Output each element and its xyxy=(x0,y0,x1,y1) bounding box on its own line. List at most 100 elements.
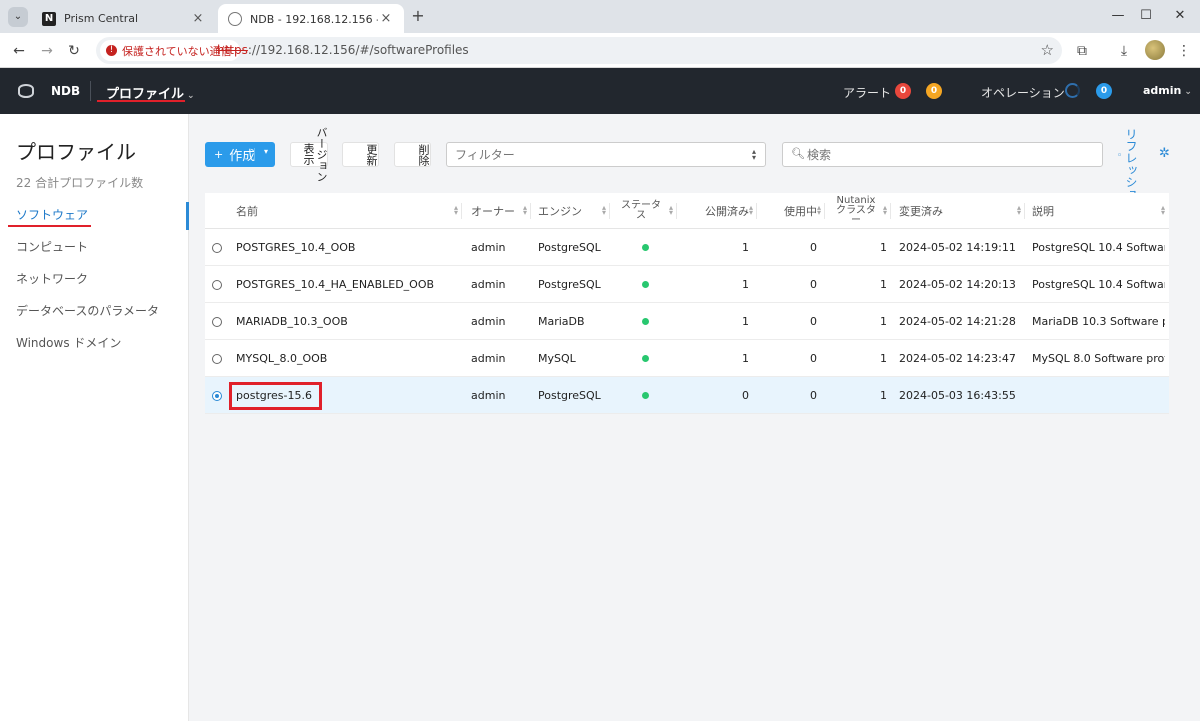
cell-description: PostgreSQL 10.4 Software... xyxy=(1032,278,1165,291)
close-icon[interactable]: × xyxy=(190,11,206,26)
row-radio-button[interactable] xyxy=(212,317,222,327)
create-label: 作成 xyxy=(229,149,256,164)
sidebar-item-compute[interactable]: コンピュート xyxy=(0,234,189,260)
table-row[interactable]: POSTGRES_10.4_HA_ENABLED_OOB admin Postgre… xyxy=(205,266,1169,303)
user-menu[interactable]: admin ⌄ xyxy=(1143,84,1192,97)
cell-engine: PostgreSQL xyxy=(538,241,601,254)
sort-icon: ▴ ▾ xyxy=(882,203,887,217)
browser-tab-bar: ⌄ N Prism Central × NDB - 192.168.12.156… xyxy=(0,0,1200,33)
sidebar-item-database-parameters[interactable]: データベースのパラメータ xyxy=(0,298,189,324)
search-box[interactable]: 🔍︎ xyxy=(782,142,1103,167)
extensions-icon[interactable]: ⧉ xyxy=(1072,41,1092,61)
window-close-button[interactable]: ✕ xyxy=(1160,4,1200,28)
sidebar-item-windows-domain[interactable]: Windows ドメイン xyxy=(0,330,189,356)
column-header-modified[interactable]: 変更済み ▴ ▾ xyxy=(899,193,1025,229)
cell-engine: PostgreSQL xyxy=(538,278,601,291)
cell-name: POSTGRES_10.4_HA_ENABLED_OOB xyxy=(236,278,435,291)
browser-tab-ndb[interactable]: NDB - 192.168.12.156 - プロファイ × xyxy=(218,4,404,33)
filter-select[interactable] xyxy=(446,142,766,167)
table-row[interactable]: POSTGRES_10.4_OOB admin PostgreSQL 1 0 1 2024-… xyxy=(205,229,1169,266)
cell-published: 1 xyxy=(742,278,749,291)
tab-title: NDB - 192.168.12.156 - プロファイ xyxy=(250,12,378,26)
browser-tab-prism-central[interactable]: N Prism Central × xyxy=(32,4,216,33)
row-radio-button[interactable] xyxy=(212,280,222,290)
column-header-published[interactable]: 公開済み ▴ ▾ xyxy=(685,193,757,229)
bookmark-star-icon[interactable]: ☆ xyxy=(1041,41,1054,59)
column-label: オーナー xyxy=(471,205,515,218)
column-divider xyxy=(676,203,677,219)
profile-avatar[interactable] xyxy=(1145,40,1165,60)
column-header-nutanix-clusters[interactable]: Nutanixクラスター ▴ ▾ xyxy=(833,193,891,229)
table-row[interactable]: MARIADB_10.3_OOB admin MariaDB 1 0 1 2024-05-0… xyxy=(205,303,1169,340)
table-row[interactable]: MYSQL_8.0_OOB admin MySQL 1 0 1 2024-05-02 14:… xyxy=(205,340,1169,377)
chevron-down-icon[interactable]: ▾ xyxy=(264,147,268,156)
operations-label[interactable]: オペレーション xyxy=(981,84,1065,101)
cell-modified: 2024-05-02 14:21:28 xyxy=(899,315,1016,328)
operations-badge[interactable]: 0 xyxy=(1096,83,1112,99)
alerts-label[interactable]: アラート xyxy=(843,84,891,101)
tab-title: Prism Central xyxy=(64,12,139,25)
column-header-engine[interactable]: エンジン ▴ ▾ xyxy=(538,193,610,229)
status-active-icon xyxy=(642,244,649,251)
cell-published: 0 xyxy=(742,389,749,402)
app-name[interactable]: NDB xyxy=(51,84,80,98)
chevron-down-icon: ⌄ xyxy=(1184,87,1192,97)
create-button[interactable]: + 作成 ▾ xyxy=(205,142,275,167)
column-header-name[interactable]: 名前 ▴ ▾ xyxy=(236,193,462,229)
column-header-status[interactable]: ステータス ▴ ▾ xyxy=(621,193,677,229)
cell-in-use: 0 xyxy=(810,389,817,402)
reload-button[interactable]: ↻ xyxy=(63,40,85,62)
annotation-highlight-box xyxy=(229,382,322,410)
close-icon[interactable]: × xyxy=(378,11,394,26)
column-header-owner[interactable]: オーナー ▴ ▾ xyxy=(471,193,531,229)
row-radio-button[interactable] xyxy=(212,391,222,401)
user-name: admin xyxy=(1143,84,1182,97)
url-scheme: https xyxy=(217,43,248,57)
gear-icon[interactable]: ✲ xyxy=(1159,146,1170,161)
address-bar[interactable]: ! 保護されていない通信 https://192.168.12.156/#/so… xyxy=(96,37,1062,64)
cell-modified: 2024-05-02 14:23:47 xyxy=(899,352,1016,365)
sort-icon: ▴ ▾ xyxy=(1016,203,1021,217)
software-profiles-table: 名前 ▴ ▾ オーナー ▴ ▾ エンジン ▴ ▾ ステータス ▴ ▾ 公開済み ▴ ▾ 使用中 ▴ ▾ … xyxy=(205,193,1169,414)
alert-warning-badge[interactable]: 0 xyxy=(926,83,942,99)
annotation-underline xyxy=(8,225,91,227)
cell-published: 1 xyxy=(742,352,749,365)
table-row[interactable]: postgres-15.6 admin PostgreSQL 0 0 1 2024-05-0… xyxy=(205,377,1169,414)
refresh-icon[interactable]: ◦ xyxy=(1117,151,1122,161)
cell-clusters: 1 xyxy=(880,352,887,365)
search-input[interactable] xyxy=(807,146,1097,163)
back-button[interactable]: ← xyxy=(8,40,30,62)
column-header-in-use[interactable]: 使用中 ▴ ▾ xyxy=(765,193,825,229)
new-tab-button[interactable]: + xyxy=(408,6,428,26)
column-label: 説明 xyxy=(1032,205,1054,218)
delete-button[interactable]: 削除 xyxy=(394,142,431,167)
cell-engine: MySQL xyxy=(538,352,576,365)
cell-name: POSTGRES_10.4_OOB xyxy=(236,241,356,254)
cell-clusters: 1 xyxy=(880,241,887,254)
row-radio-button[interactable] xyxy=(212,354,222,364)
sidebar-item-network[interactable]: ネットワーク xyxy=(0,266,189,292)
url-text[interactable]: https://192.168.12.156/#/softwareProfile… xyxy=(217,43,469,57)
app-header: NDB プロファイル ⌄ アラート 0 0 オペレーション 0 admin ⌄ xyxy=(0,68,1200,114)
update-button[interactable]: 更新 xyxy=(342,142,379,167)
sort-arrows-icon: ▴ ▾ xyxy=(752,147,757,162)
cell-in-use: 0 xyxy=(810,352,817,365)
download-icon[interactable]: ⤓ xyxy=(1114,41,1134,61)
profile-count: 22 合計プロファイル数 xyxy=(16,176,144,190)
alert-critical-badge[interactable]: 0 xyxy=(895,83,911,99)
chevron-down-icon: ⌄ xyxy=(187,91,195,101)
cell-modified: 2024-05-02 14:19:11 xyxy=(899,241,1016,254)
tab-search-button[interactable]: ⌄ xyxy=(8,7,28,27)
row-radio-button[interactable] xyxy=(212,243,222,253)
show-versions-button[interactable]: バージョン表示 xyxy=(290,124,328,184)
column-label: エンジン xyxy=(538,205,582,218)
forward-button[interactable]: → xyxy=(36,40,58,62)
column-header-description[interactable]: 説明 ▴ ▾ xyxy=(1032,193,1169,229)
cell-name: MYSQL_8.0_OOB xyxy=(236,352,328,365)
more-menu-icon[interactable]: ⋮ xyxy=(1174,41,1194,61)
cell-published: 1 xyxy=(742,241,749,254)
plus-icon: + xyxy=(214,148,224,161)
cell-engine: PostgreSQL xyxy=(538,389,601,402)
refresh-button[interactable]: リフレッシュ xyxy=(1124,128,1138,200)
column-divider xyxy=(1024,203,1025,219)
